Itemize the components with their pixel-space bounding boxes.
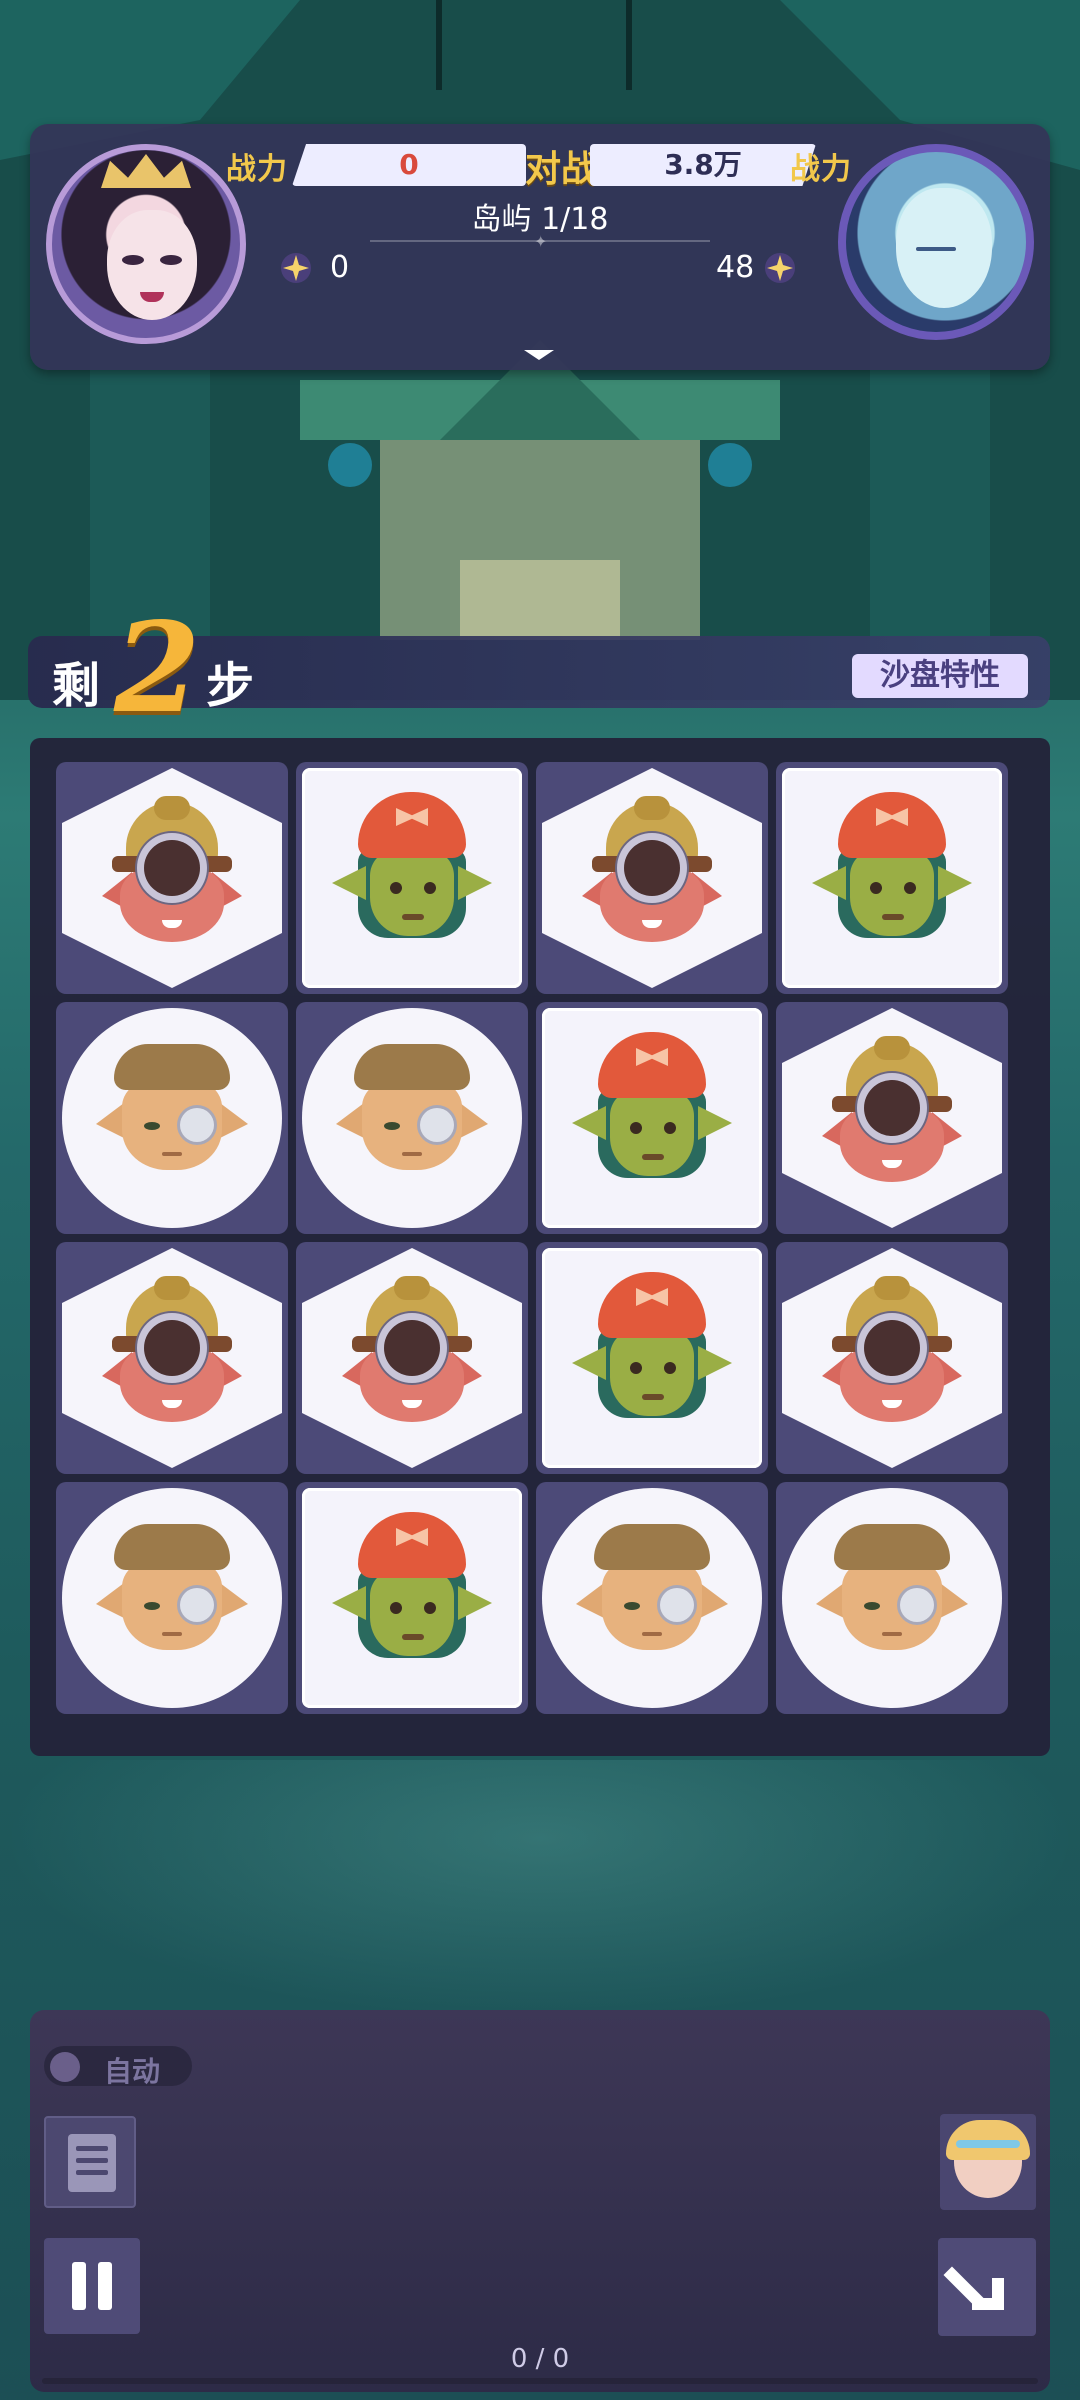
board-tile-goblin-square[interactable]	[536, 1242, 768, 1474]
red-cap-goblin-icon	[812, 792, 972, 962]
board-tile-miner-hex[interactable]	[776, 1242, 1008, 1474]
remaining-steps-bar: 剩 2 步 沙盘特性	[28, 596, 1050, 741]
divider-star-icon: ✦	[534, 232, 548, 251]
auto-battle-toggle[interactable]: 自动	[44, 2046, 192, 2088]
board-tile-miner-hex[interactable]	[56, 762, 288, 994]
log-icon-line	[76, 2158, 108, 2163]
steps-suffix: 步	[206, 658, 255, 714]
board-tile-goblin-square[interactable]	[776, 762, 1008, 994]
board-tile-monocle-circle[interactable]	[56, 1482, 288, 1714]
avatar-eye	[916, 247, 956, 251]
hero-headband	[956, 2140, 1020, 2148]
background-floor	[0, 1760, 1080, 2020]
monocle-elf-icon	[336, 1044, 488, 1194]
log-icon-line	[76, 2170, 108, 2175]
monocle-elf-icon	[816, 1524, 968, 1674]
miner-goblin-icon	[582, 796, 722, 952]
crown-icon	[101, 154, 191, 188]
battle-counter: 0 / 0	[510, 2344, 570, 2374]
toggle-knob	[50, 2052, 80, 2082]
monocle-elf-icon	[576, 1524, 728, 1674]
board-tile-miner-hex[interactable]	[56, 1242, 288, 1474]
miner-goblin-icon	[102, 1276, 242, 1432]
steps-count: 2	[114, 596, 201, 741]
miner-goblin-icon	[342, 1276, 482, 1432]
board-tile-monocle-circle[interactable]	[56, 1002, 288, 1234]
player-power-label: 战力	[226, 152, 288, 187]
control-panel: 自动 0 / 0	[30, 2010, 1050, 2392]
enemy-power-label: 战力	[790, 152, 852, 187]
red-cap-goblin-icon	[332, 1512, 492, 1682]
monocle-elf-icon	[96, 1524, 248, 1674]
board-tile-goblin-square[interactable]	[296, 1482, 528, 1714]
log-icon	[68, 2134, 116, 2192]
player-avatar[interactable]	[46, 144, 246, 344]
miner-goblin-icon	[822, 1276, 962, 1432]
board-tile-miner-hex[interactable]	[536, 762, 768, 994]
star-gem-icon	[765, 253, 795, 283]
fast-forward-button[interactable]	[938, 2238, 1036, 2336]
auto-label: 自动	[104, 2055, 161, 2088]
red-cap-goblin-icon	[572, 1032, 732, 1202]
log-icon-line	[76, 2146, 108, 2151]
red-cap-goblin-icon	[572, 1272, 732, 1442]
board-tile-miner-hex[interactable]	[776, 1002, 1008, 1234]
red-cap-goblin-icon	[332, 792, 492, 962]
pause-icon	[98, 2262, 112, 2310]
monocle-elf-icon	[96, 1044, 248, 1194]
expand-chevron-icon[interactable]	[522, 348, 556, 362]
pause-button[interactable]	[44, 2238, 140, 2334]
board-tile-miner-hex[interactable]	[296, 1242, 528, 1474]
battle-info-panel: 战力 0 对战 3.8万 战力 岛屿 1/18 ✦ 0 48	[30, 124, 1050, 370]
board-tile-goblin-square[interactable]	[536, 1002, 768, 1234]
pause-icon	[72, 2262, 86, 2310]
star-gem-icon	[281, 253, 311, 283]
enemy-power-value: 3.8万	[590, 144, 816, 186]
enemy-gem-count: 48	[716, 250, 755, 285]
hero-portrait-button[interactable]	[940, 2114, 1036, 2210]
sandbox-traits-button[interactable]: 沙盘特性	[852, 654, 1028, 698]
player-gem-count: 0	[330, 250, 350, 285]
miner-goblin-icon	[102, 796, 242, 952]
progress-track	[42, 2378, 1038, 2384]
player-power-value: 0	[292, 144, 526, 186]
board-tile-monocle-circle[interactable]	[296, 1002, 528, 1234]
steps-prefix: 剩	[52, 658, 101, 714]
game-board	[30, 738, 1050, 1756]
battle-log-button[interactable]	[44, 2116, 136, 2208]
board-tile-goblin-square[interactable]	[296, 762, 528, 994]
avatar-eye	[160, 255, 182, 265]
avatar-eye	[122, 255, 144, 265]
enemy-avatar[interactable]	[838, 144, 1034, 340]
miner-goblin-icon	[822, 1036, 962, 1192]
board-tile-monocle-circle[interactable]	[776, 1482, 1008, 1714]
board-tile-monocle-circle[interactable]	[536, 1482, 768, 1714]
speed-arrow-icon	[943, 2266, 1004, 2310]
